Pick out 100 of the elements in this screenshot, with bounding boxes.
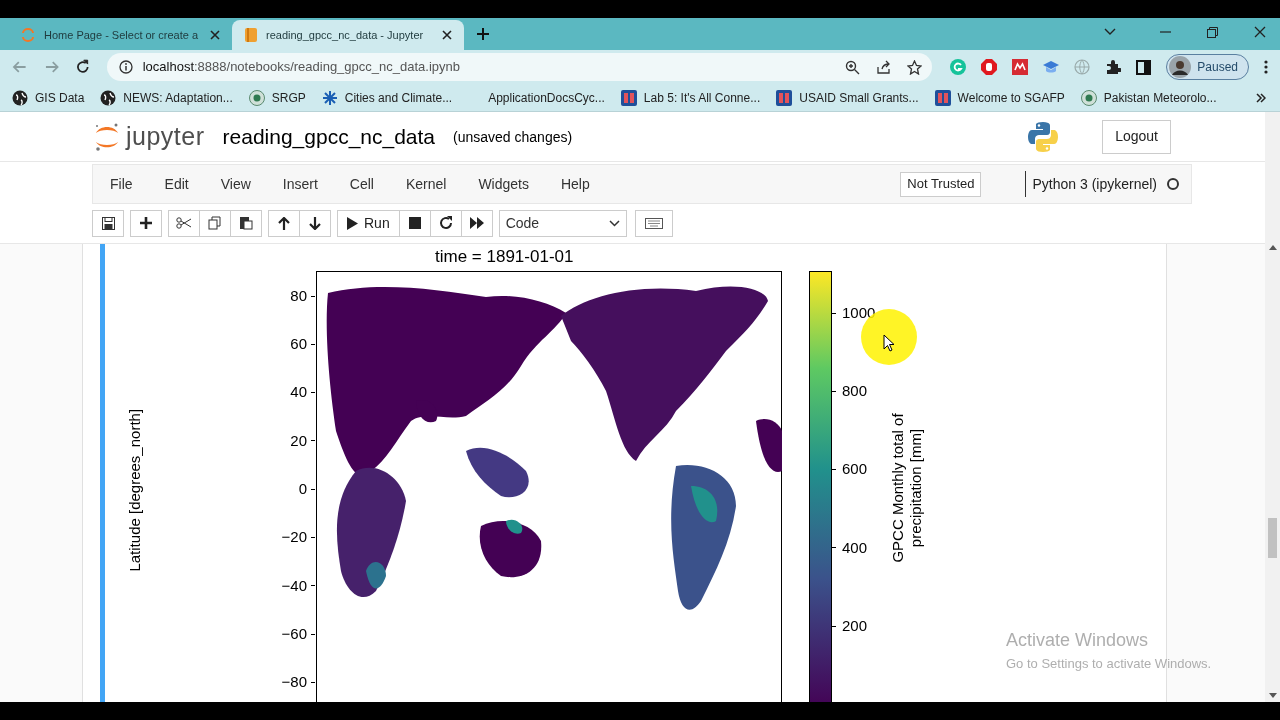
- menu-item[interactable]: Widgets: [477, 173, 530, 195]
- move-up-icon: [278, 216, 290, 230]
- reload-icon[interactable]: [75, 59, 91, 75]
- save-button[interactable]: [92, 209, 124, 237]
- tab-title: Home Page - Select or create a: [44, 27, 200, 43]
- info-icon[interactable]: [118, 60, 133, 74]
- bookmark[interactable]: GIS Data: [12, 88, 85, 107]
- stop-button[interactable]: [398, 209, 431, 237]
- add-cell-icon: [140, 217, 152, 229]
- tick-label: −40: [281, 575, 307, 596]
- menu-item[interactable]: Edit: [163, 173, 190, 195]
- keyboard-icon: [644, 217, 663, 229]
- save-status: (unsaved changes): [453, 128, 573, 147]
- fast-forward-button[interactable]: [460, 209, 493, 237]
- browser-tab[interactable]: Home Page - Select or create a: [8, 20, 232, 50]
- restart-icon: [438, 216, 453, 230]
- restart-button[interactable]: [429, 209, 462, 237]
- tick-label: −20: [281, 527, 307, 548]
- address-field[interactable]: localhost:8888/notebooks/reading_gpcc_nc_data.ipynb: [106, 53, 933, 81]
- avatar-icon: [1169, 56, 1192, 78]
- keyboard-button[interactable]: [634, 209, 673, 237]
- bookmark-icon: [12, 89, 28, 106]
- bookmark[interactable]: Pakistan Meteorolo...: [1080, 88, 1217, 107]
- jupyter-logo: jupyter: [94, 117, 205, 156]
- url-text: localhost:8888/notebooks/reading_gpcc_nc_data.ipynb: [142, 58, 460, 77]
- notebook-title[interactable]: reading_gpcc_nc_data: [222, 120, 436, 153]
- fast-forward-icon: [469, 217, 484, 229]
- menu-item[interactable]: File: [109, 173, 134, 195]
- extension-icon[interactable]: [1012, 59, 1029, 75]
- close-icon[interactable]: [1254, 26, 1266, 38]
- paste-icon: [239, 216, 253, 230]
- menu-item[interactable]: View: [219, 173, 252, 195]
- run-button[interactable]: Run: [337, 209, 400, 237]
- bookmark[interactable]: NEWS: Adaptation...: [100, 88, 233, 107]
- python-logo-icon: [1026, 119, 1061, 154]
- tick-label: −80: [281, 672, 307, 693]
- browser-tab[interactable]: reading_gpcc_nc_data - Jupyter: [232, 20, 464, 50]
- paste-button[interactable]: [230, 209, 262, 237]
- tab-title: reading_gpcc_nc_data - Jupyter: [266, 27, 425, 43]
- jupyter-favicon-icon: [20, 27, 36, 43]
- graduation-cap-icon[interactable]: [1043, 59, 1060, 75]
- chevron-down-icon[interactable]: [1104, 28, 1116, 36]
- tick-label: 0: [298, 478, 307, 499]
- side-panel-icon[interactable]: [1136, 59, 1152, 75]
- colorbar-label: GPCC Monthly total of precipitation [mm]: [889, 413, 925, 563]
- tick-label: 40: [290, 382, 307, 403]
- not-trusted-indicator[interactable]: Not Trusted: [900, 171, 982, 197]
- menu-item[interactable]: Cell: [348, 173, 375, 195]
- share-icon[interactable]: [876, 59, 892, 75]
- menu-item[interactable]: Kernel: [404, 173, 448, 195]
- menu-item[interactable]: Insert: [281, 173, 319, 195]
- cut-button[interactable]: [168, 209, 200, 237]
- tick-label: 20: [290, 430, 307, 451]
- bookmark-icon: [620, 89, 637, 106]
- add-cell-button[interactable]: [130, 209, 162, 237]
- bookmark[interactable]: SRGP: [248, 88, 306, 107]
- bookmark[interactable]: Cities and Climate...: [321, 88, 453, 107]
- tick-label: 800: [842, 381, 868, 402]
- tick-label: 1000: [842, 302, 876, 323]
- kernel-name: Python 3 (ipykernel): [1032, 174, 1157, 194]
- plot-title: time = 1891-01-01: [435, 247, 574, 267]
- save-icon: [101, 216, 115, 230]
- move-down-button[interactable]: [299, 209, 331, 237]
- profile-button[interactable]: Paused: [1166, 54, 1249, 80]
- close-icon[interactable]: [442, 30, 452, 40]
- stop-icon: [408, 217, 421, 229]
- stop-hand-icon[interactable]: [981, 59, 998, 75]
- cell-type-dropdown[interactable]: Code: [498, 209, 627, 237]
- tick-label: 200: [842, 615, 868, 636]
- tick-label: 60: [290, 334, 307, 355]
- copy-icon: [208, 216, 222, 230]
- restore-icon[interactable]: [1207, 26, 1218, 38]
- scrollbar-thumb[interactable]: [1268, 518, 1277, 558]
- bookmark-icon: [776, 89, 793, 106]
- bookmark-icon: [100, 89, 117, 106]
- activation-text: Go to Settings to activate Windows.: [1006, 655, 1212, 673]
- scroll-up-icon[interactable]: [1268, 245, 1277, 250]
- menu-item[interactable]: Help: [559, 173, 591, 195]
- activation-title: Activate Windows: [1006, 629, 1150, 652]
- new-tab-icon[interactable]: [476, 27, 490, 41]
- bookmark-icon: [321, 89, 338, 106]
- logout-button[interactable]: Logout: [1102, 119, 1171, 154]
- cursor-icon: [883, 334, 895, 352]
- bookmark[interactable]: ApplicationDocsCyc...: [488, 88, 605, 107]
- axis-label: Latitude [degrees_north]: [124, 408, 144, 572]
- bookmark[interactable]: Welcome to SGAFP: [934, 88, 1065, 107]
- scroll-down-icon[interactable]: [1268, 693, 1277, 698]
- more-bookmarks-icon[interactable]: [1256, 92, 1266, 103]
- puzzle-icon[interactable]: [1105, 59, 1122, 75]
- star-icon[interactable]: [907, 59, 923, 75]
- bookmark[interactable]: Lab 5: It's All Conne...: [620, 88, 761, 107]
- scrollbar[interactable]: [1265, 112, 1280, 702]
- notebook-favicon-icon: [244, 27, 258, 43]
- move-up-button[interactable]: [268, 209, 300, 237]
- zoom-icon[interactable]: [845, 59, 861, 75]
- more-icon[interactable]: [1264, 60, 1268, 74]
- bookmark-icon: [934, 89, 951, 106]
- close-icon[interactable]: [210, 30, 220, 40]
- tick-label: −60: [281, 623, 307, 644]
- bookmark[interactable]: USAID Small Grants...: [776, 88, 919, 107]
